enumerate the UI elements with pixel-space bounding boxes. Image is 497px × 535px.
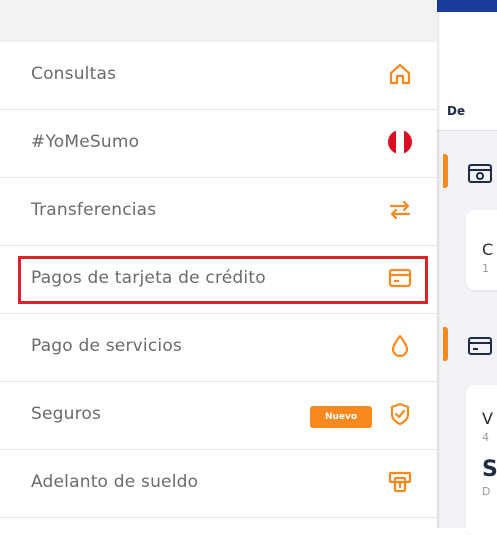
- home-icon: [389, 63, 411, 85]
- card-title: C: [482, 240, 494, 259]
- menu-item-transferencias[interactable]: Transferencias: [0, 178, 437, 246]
- card-title: V: [482, 409, 493, 428]
- credit-card-card[interactable]: V 4 S D: [466, 385, 497, 535]
- section-marker: [443, 327, 448, 361]
- card-subtitle: 1: [482, 262, 489, 275]
- card-subtitle: 4: [482, 431, 489, 444]
- top-bar: [437, 0, 497, 12]
- menu-header: [0, 0, 437, 42]
- side-menu: Consultas #YoMeSumo Transferencias Pagos…: [0, 0, 437, 528]
- peru-flag-icon: [388, 130, 412, 154]
- card-amount: S: [482, 457, 497, 482]
- new-badge: Nuevo: [310, 406, 372, 428]
- background-content: De C 1 V 4 S D: [437, 0, 497, 535]
- menu-item-label: Pago de servicios: [31, 336, 182, 356]
- menu-item-pagos-tarjeta[interactable]: Pagos de tarjeta de crédito: [0, 246, 437, 314]
- menu-item-label: #YoMeSumo: [31, 132, 140, 152]
- cash-advance-icon: [388, 471, 412, 493]
- menu-item-label: Transferencias: [31, 200, 157, 220]
- wallet-icon: [468, 164, 492, 183]
- menu-item-label: Consultas: [31, 64, 117, 84]
- card-icon: [468, 337, 492, 355]
- header-text: De: [447, 104, 466, 118]
- menu-item-consultas[interactable]: Consultas: [0, 42, 437, 110]
- content-header: De: [437, 12, 497, 131]
- menu-item-label: Pagos de tarjeta de crédito: [31, 268, 266, 288]
- menu-item-pago-servicios[interactable]: Pago de servicios: [0, 314, 437, 382]
- menu-item-seguros[interactable]: Seguros Nuevo: [0, 382, 437, 450]
- drop-icon: [391, 334, 409, 358]
- shield-check-icon: [390, 402, 410, 426]
- section-marker: [443, 154, 448, 188]
- menu-item-yomesumo[interactable]: #YoMeSumo: [0, 110, 437, 178]
- menu-shadow: [437, 0, 441, 528]
- transfer-arrows-icon: [389, 200, 411, 220]
- account-card[interactable]: C 1: [466, 210, 497, 290]
- menu-item-label: Seguros: [31, 404, 102, 424]
- menu-item-label: Adelanto de sueldo: [31, 472, 199, 492]
- menu-item-adelanto-sueldo[interactable]: Adelanto de sueldo: [0, 450, 437, 518]
- card-detail: D: [482, 485, 491, 498]
- credit-card-icon: [388, 268, 412, 288]
